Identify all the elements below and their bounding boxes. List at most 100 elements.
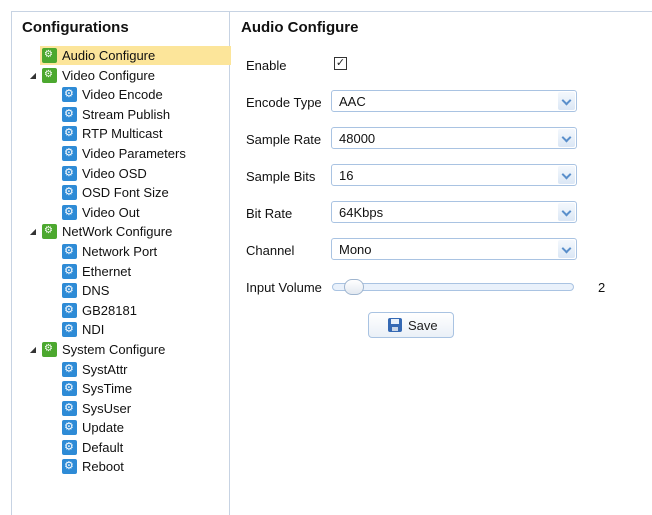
tree-item-label: Video Encode — [82, 87, 163, 103]
tree-item[interactable]: OSD Font Size — [12, 182, 230, 203]
tree-item[interactable]: SysUser — [12, 398, 230, 419]
expand-triangle-icon[interactable]: ◢ — [28, 66, 38, 86]
tree-item[interactable]: Video OSD — [12, 163, 230, 184]
tree-item[interactable]: Default — [12, 437, 230, 458]
tree-item-label: Video OSD — [82, 165, 147, 181]
gear-folder-icon — [42, 221, 57, 241]
tree-item-label: SysTime — [82, 381, 133, 397]
tree-item-label: Stream Publish — [82, 106, 171, 122]
gear-icon — [62, 280, 77, 300]
enable-checkbox[interactable]: ✓ — [334, 57, 347, 70]
gear-icon — [62, 359, 77, 378]
gear-folder-icon — [42, 339, 57, 359]
tree-item[interactable]: SystAttr — [12, 359, 230, 380]
gear-icon — [62, 104, 77, 123]
sidebar: Configurations Audio Configure ◢ Video Con… — [12, 12, 231, 515]
chevron-down-icon[interactable] — [558, 129, 575, 147]
channel-value: Mono — [339, 242, 372, 257]
bit-rate-label: Bit Rate — [246, 206, 293, 221]
page-title: Audio Configure — [241, 19, 359, 36]
chevron-down-icon[interactable] — [558, 166, 575, 184]
tree-item-label: Reboot — [82, 459, 124, 475]
chevron-down-icon[interactable] — [558, 240, 575, 258]
gear-icon — [62, 300, 77, 319]
tree-item[interactable]: Update — [12, 417, 230, 438]
main-panel: Audio Configure Enable ✓ Encode Type AAC… — [231, 12, 652, 515]
gear-icon — [62, 319, 77, 339]
save-button[interactable]: Save — [368, 312, 454, 338]
tree-item[interactable]: ◢ NetWork Configure — [12, 221, 230, 242]
tree-item[interactable]: ◢ System Configure — [12, 339, 230, 360]
gear-icon — [62, 202, 77, 221]
gear-icon — [62, 143, 77, 163]
tree-item-label: GB28181 — [82, 302, 137, 318]
tree-item[interactable]: Network Port — [12, 241, 230, 262]
tree-item[interactable]: Ethernet — [12, 261, 230, 282]
tree-item-label: DNS — [82, 283, 110, 299]
gear-icon — [62, 182, 77, 202]
tree-item-label: SystAttr — [82, 361, 128, 377]
expand-triangle-icon[interactable]: ◢ — [28, 222, 38, 242]
sidebar-title: Configurations — [22, 19, 129, 36]
expand-triangle-icon[interactable]: ◢ — [28, 340, 38, 360]
tree-item[interactable]: GB28181 — [12, 300, 230, 321]
gear-icon — [62, 456, 77, 476]
input-volume-label: Input Volume — [246, 280, 322, 295]
tree-item-label: Video Out — [82, 204, 140, 220]
gear-icon — [62, 163, 77, 182]
tree-item-label: Update — [82, 420, 124, 436]
encode-type-label: Encode Type — [246, 95, 322, 110]
tree-item[interactable]: RTP Multicast — [12, 123, 230, 144]
tree-item-label: SysUser — [82, 400, 132, 416]
sample-rate-label: Sample Rate — [246, 132, 322, 147]
gear-icon — [62, 378, 77, 398]
floppy-disk-icon — [388, 318, 402, 332]
sample-bits-select[interactable]: 16 — [331, 164, 577, 186]
gear-icon — [62, 84, 77, 104]
sample-bits-value: 16 — [339, 168, 354, 183]
sample-rate-value: 48000 — [339, 131, 376, 146]
tree-item-label: System Configure — [62, 341, 166, 357]
sample-rate-select[interactable]: 48000 — [331, 127, 577, 149]
tree-item[interactable]: Reboot — [12, 456, 230, 477]
gear-icon — [62, 241, 77, 261]
tree-item-label: OSD Font Size — [82, 185, 169, 201]
gear-icon — [62, 123, 77, 143]
save-button-label: Save — [408, 318, 438, 333]
tree-item-label: Ethernet — [82, 263, 132, 279]
bit-rate-select[interactable]: 64Kbps — [331, 201, 577, 223]
input-volume-slider[interactable] — [332, 283, 574, 291]
tree-item[interactable]: Video Encode — [12, 84, 230, 105]
gear-icon — [62, 417, 77, 437]
tree-item[interactable]: Video Out — [12, 202, 230, 223]
tree-item-label: Video Parameters — [82, 145, 186, 161]
tree-item-label: Default — [82, 439, 124, 455]
encode-type-value: AAC — [339, 94, 366, 109]
gear-icon — [62, 261, 77, 280]
chevron-down-icon[interactable] — [558, 92, 575, 110]
gear-icon — [62, 437, 77, 456]
tree-item[interactable]: DNS — [12, 280, 230, 301]
gear-folder-icon — [42, 45, 57, 65]
channel-select[interactable]: Mono — [331, 238, 577, 260]
sample-bits-label: Sample Bits — [246, 169, 316, 184]
tree-item-label: Audio Configure — [62, 48, 156, 63]
tree-item-label: RTP Multicast — [82, 126, 163, 142]
input-volume-thumb[interactable] — [344, 279, 365, 295]
tree-item-label: Network Port — [82, 243, 158, 259]
enable-label: Enable — [246, 58, 287, 73]
bit-rate-value: 64Kbps — [339, 205, 384, 220]
tree-item[interactable]: Audio Configure — [12, 45, 231, 66]
chevron-down-icon[interactable] — [558, 203, 575, 221]
tree-item[interactable]: SysTime — [12, 378, 230, 399]
gear-icon — [62, 398, 77, 417]
encode-type-select[interactable]: AAC — [331, 90, 577, 112]
tree-item[interactable]: ◢ Video Configure — [12, 65, 230, 86]
tree-item[interactable]: Video Parameters — [12, 143, 230, 164]
tree-item[interactable]: Stream Publish — [12, 104, 230, 125]
tree-item[interactable]: NDI — [12, 319, 230, 340]
channel-label: Channel — [246, 243, 295, 258]
tree-item-label: NDI — [82, 322, 105, 338]
gear-folder-icon — [42, 65, 57, 84]
config-tree: Audio Configure ◢ Video Configure Video Enc… — [12, 45, 231, 477]
